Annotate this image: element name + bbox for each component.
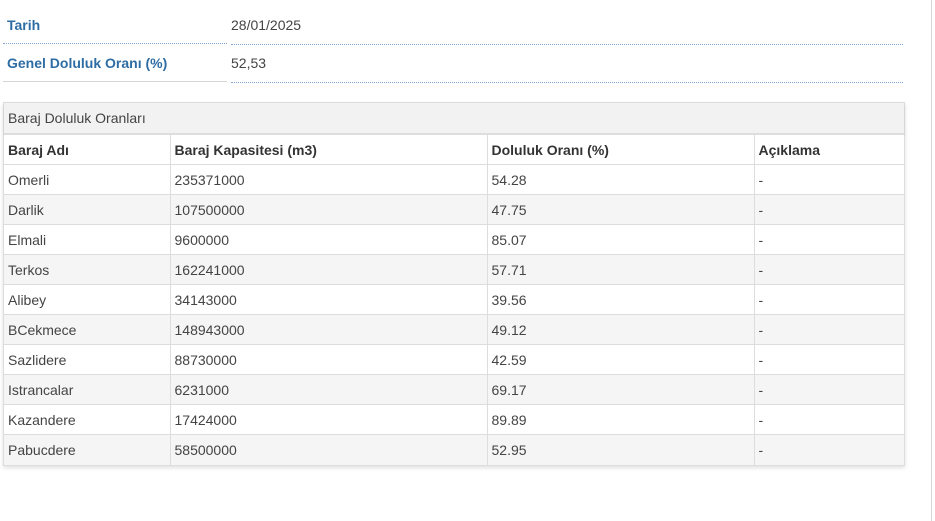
description-cell: - (754, 224, 904, 255)
table-row: Omerli 235371000 54.28 - (4, 164, 904, 195)
description-cell: - (754, 314, 904, 345)
capacity-cell: 88730000 (170, 344, 488, 375)
overall-fill-value: 52,53 (231, 44, 903, 83)
table-row: Pabucdere 58500000 52.95 - (4, 434, 904, 465)
dam-name-cell: BCekmece (4, 314, 171, 345)
table-row: Terkos 162241000 57.71 - (4, 254, 904, 285)
dam-name-cell: Omerli (4, 164, 171, 195)
date-label: Tarih (3, 6, 227, 44)
fill-rate-cell: 52.95 (487, 434, 755, 465)
description-cell: - (754, 164, 904, 195)
fill-rate-cell: 54.28 (487, 164, 755, 195)
panel-title: Baraj Doluluk Oranları (4, 103, 904, 134)
table-row: Darlik 107500000 47.75 - (4, 194, 904, 225)
fill-rate-cell: 85.07 (487, 224, 755, 255)
overall-fill-label: Genel Doluluk Oranı (%) (3, 44, 227, 82)
header-fill-rate: Doluluk Oranı (%) (487, 134, 755, 165)
table-row: Kazandere 17424000 89.89 - (4, 404, 904, 435)
page: Tarih 28/01/2025 Genel Doluluk Oranı (%)… (0, 0, 935, 521)
table-row: Elmali 9600000 85.07 - (4, 224, 904, 255)
dam-fill-panel: Baraj Doluluk Oranları Baraj Adı Baraj K… (3, 102, 905, 466)
dam-table: Baraj Adı Baraj Kapasitesi (m3) Doluluk … (4, 134, 904, 465)
fill-rate-cell: 57.71 (487, 254, 755, 285)
header-capacity: Baraj Kapasitesi (m3) (170, 134, 488, 165)
window-edge (931, 0, 935, 521)
capacity-cell: 148943000 (170, 314, 488, 345)
capacity-cell: 235371000 (170, 164, 488, 195)
dam-name-cell: Terkos (4, 254, 171, 285)
fill-rate-cell: 39.56 (487, 284, 755, 315)
table-header-row: Baraj Adı Baraj Kapasitesi (m3) Doluluk … (4, 134, 904, 165)
description-cell: - (754, 194, 904, 225)
dam-name-cell: Darlik (4, 194, 171, 225)
description-cell: - (754, 254, 904, 285)
dam-name-cell: Alibey (4, 284, 171, 315)
fill-rate-cell: 69.17 (487, 374, 755, 405)
header-dam-name: Baraj Adı (4, 134, 171, 165)
capacity-cell: 9600000 (170, 224, 488, 255)
description-cell: - (754, 434, 904, 465)
fill-rate-cell: 47.75 (487, 194, 755, 225)
description-cell: - (754, 284, 904, 315)
dam-name-cell: Istrancalar (4, 374, 171, 405)
dam-name-cell: Sazlidere (4, 344, 171, 375)
header-description: Açıklama (754, 134, 904, 165)
dam-name-cell: Elmali (4, 224, 171, 255)
overall-fill-row: Genel Doluluk Oranı (%) 52,53 (3, 44, 903, 83)
capacity-cell: 6231000 (170, 374, 488, 405)
capacity-cell: 162241000 (170, 254, 488, 285)
capacity-cell: 17424000 (170, 404, 488, 435)
dam-name-cell: Pabucdere (4, 434, 171, 465)
capacity-cell: 58500000 (170, 434, 488, 465)
description-cell: - (754, 404, 904, 435)
fill-rate-cell: 42.59 (487, 344, 755, 375)
description-cell: - (754, 344, 904, 375)
fill-rate-cell: 49.12 (487, 314, 755, 345)
dam-name-cell: Kazandere (4, 404, 171, 435)
fill-rate-cell: 89.89 (487, 404, 755, 435)
date-value: 28/01/2025 (231, 6, 903, 45)
date-row: Tarih 28/01/2025 (3, 6, 903, 45)
table-row: Istrancalar 6231000 69.17 - (4, 374, 904, 405)
capacity-cell: 107500000 (170, 194, 488, 225)
description-cell: - (754, 374, 904, 405)
table-row: Alibey 34143000 39.56 - (4, 284, 904, 315)
table-row: Sazlidere 88730000 42.59 - (4, 344, 904, 375)
table-row: BCekmece 148943000 49.12 - (4, 314, 904, 345)
capacity-cell: 34143000 (170, 284, 488, 315)
